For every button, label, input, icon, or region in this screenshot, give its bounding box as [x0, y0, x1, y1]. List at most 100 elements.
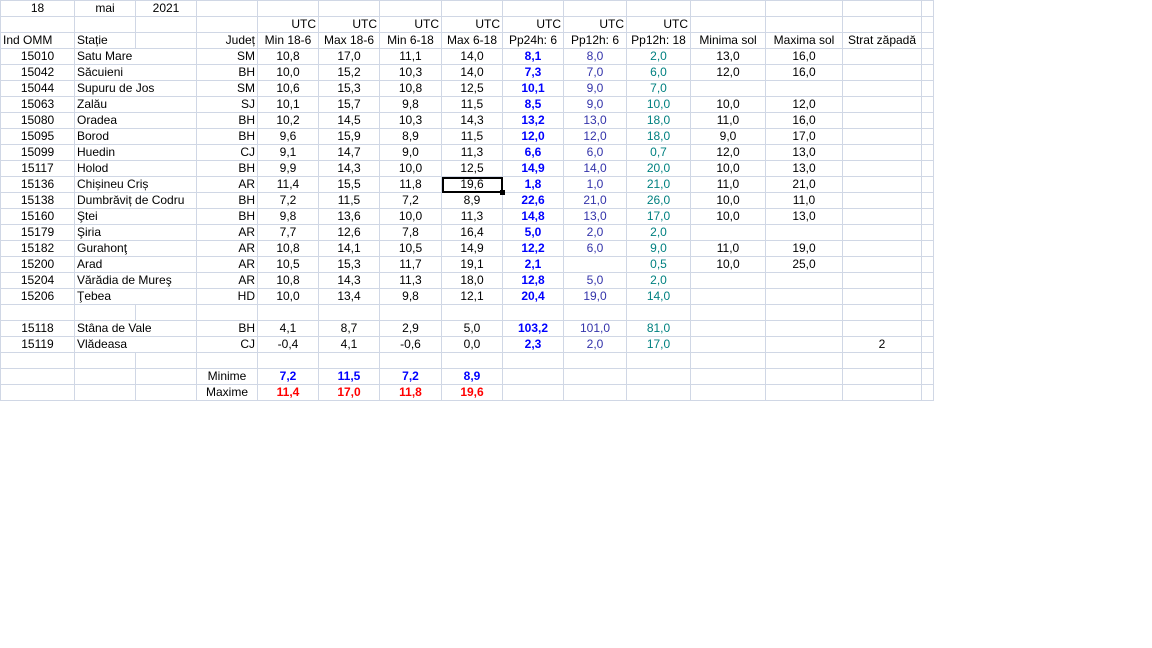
- value-cell[interactable]: 15,5: [318, 176, 380, 193]
- value-cell[interactable]: 2,1: [502, 256, 564, 273]
- value-cell[interactable]: [690, 288, 766, 305]
- station-name[interactable]: Oradea: [74, 112, 197, 129]
- empty-cell[interactable]: [379, 304, 442, 321]
- station-id[interactable]: 15099: [0, 144, 75, 161]
- value-cell[interactable]: 10,0: [690, 192, 766, 209]
- value-cell[interactable]: [842, 192, 922, 209]
- value-cell[interactable]: 11,8: [379, 176, 442, 193]
- empty-cell[interactable]: [842, 0, 922, 17]
- station-name[interactable]: Huedin: [74, 144, 197, 161]
- empty-cell[interactable]: [0, 352, 75, 369]
- value-cell[interactable]: [842, 96, 922, 113]
- value-cell[interactable]: 14,3: [318, 160, 380, 177]
- column-header[interactable]: Min 18-6: [257, 32, 319, 49]
- empty-cell[interactable]: [74, 384, 136, 401]
- value-cell[interactable]: [690, 320, 766, 337]
- value-cell[interactable]: 10,5: [379, 240, 442, 257]
- value-cell[interactable]: 12,5: [441, 160, 503, 177]
- utc-label[interactable]: UTC: [502, 16, 564, 33]
- value-cell[interactable]: 11,0: [690, 176, 766, 193]
- county[interactable]: SM: [196, 48, 258, 65]
- value-cell[interactable]: 8,0: [563, 48, 627, 65]
- value-cell[interactable]: 2,0: [563, 224, 627, 241]
- station-name[interactable]: Gurahonţ: [74, 240, 197, 257]
- value-cell[interactable]: 8,5: [502, 96, 564, 113]
- empty-cell[interactable]: [921, 384, 934, 401]
- value-cell[interactable]: [842, 80, 922, 97]
- empty-cell[interactable]: [74, 368, 136, 385]
- empty-cell[interactable]: [765, 304, 843, 321]
- value-cell[interactable]: 10,1: [502, 80, 564, 97]
- empty-cell[interactable]: [921, 224, 934, 241]
- value-cell[interactable]: [765, 224, 843, 241]
- value-cell[interactable]: 8,1: [502, 48, 564, 65]
- value-cell[interactable]: 12,0: [563, 128, 627, 145]
- value-cell[interactable]: 9,9: [257, 160, 319, 177]
- column-header[interactable]: Minima sol: [690, 32, 766, 49]
- value-cell[interactable]: 9,6: [257, 128, 319, 145]
- value-cell[interactable]: 2,9: [379, 320, 442, 337]
- county[interactable]: CJ: [196, 336, 258, 353]
- empty-cell[interactable]: [257, 0, 319, 17]
- value-cell[interactable]: 9,8: [257, 208, 319, 225]
- utc-label[interactable]: UTC: [318, 16, 380, 33]
- value-cell[interactable]: [842, 176, 922, 193]
- empty-cell[interactable]: [842, 352, 922, 369]
- column-header[interactable]: Pp24h: 6: [502, 32, 564, 49]
- value-cell[interactable]: 10,8: [257, 272, 319, 289]
- summary-value[interactable]: 19,6: [441, 384, 503, 401]
- empty-cell[interactable]: [135, 16, 197, 33]
- value-cell[interactable]: 26,0: [626, 192, 691, 209]
- empty-cell[interactable]: [135, 352, 197, 369]
- value-cell[interactable]: 2,0: [626, 224, 691, 241]
- value-cell[interactable]: [842, 272, 922, 289]
- empty-cell[interactable]: [690, 384, 766, 401]
- county[interactable]: AR: [196, 224, 258, 241]
- station-name[interactable]: Ştei: [74, 208, 197, 225]
- station-id[interactable]: 15136: [0, 176, 75, 193]
- empty-cell[interactable]: [921, 96, 934, 113]
- column-header[interactable]: Pp12h: 18: [626, 32, 691, 49]
- value-cell[interactable]: 16,0: [765, 64, 843, 81]
- column-header[interactable]: Max 18-6: [318, 32, 380, 49]
- station-id[interactable]: 15117: [0, 160, 75, 177]
- value-cell[interactable]: 7,8: [379, 224, 442, 241]
- empty-cell[interactable]: [921, 32, 934, 49]
- value-cell[interactable]: 10,8: [257, 48, 319, 65]
- value-cell[interactable]: 17,0: [626, 336, 691, 353]
- value-cell[interactable]: 19,1: [441, 256, 503, 273]
- value-cell[interactable]: 13,0: [765, 144, 843, 161]
- empty-cell[interactable]: [690, 0, 766, 17]
- county[interactable]: BH: [196, 160, 258, 177]
- selected-cell[interactable]: 19,6: [441, 176, 505, 195]
- empty-cell[interactable]: [921, 352, 934, 369]
- value-cell[interactable]: 16,0: [765, 48, 843, 65]
- empty-cell[interactable]: [0, 384, 75, 401]
- summary-label[interactable]: Maxime: [196, 384, 258, 401]
- summary-value[interactable]: 11,8: [379, 384, 442, 401]
- value-cell[interactable]: 14,9: [441, 240, 503, 257]
- value-cell[interactable]: 17,0: [318, 48, 380, 65]
- empty-cell[interactable]: [0, 368, 75, 385]
- value-cell[interactable]: 13,0: [765, 160, 843, 177]
- station-name[interactable]: Supuru de Jos: [74, 80, 197, 97]
- value-cell[interactable]: 15,2: [318, 64, 380, 81]
- value-cell[interactable]: 10,3: [379, 112, 442, 129]
- value-cell[interactable]: [842, 160, 922, 177]
- summary-label[interactable]: Minime: [196, 368, 258, 385]
- value-cell[interactable]: 14,3: [318, 272, 380, 289]
- value-cell[interactable]: 7,2: [379, 192, 442, 209]
- station-name[interactable]: Zalău: [74, 96, 197, 113]
- value-cell[interactable]: 22,6: [502, 192, 564, 209]
- value-cell[interactable]: 21,0: [765, 176, 843, 193]
- value-cell[interactable]: [563, 256, 627, 273]
- value-cell[interactable]: 18,0: [626, 112, 691, 129]
- value-cell[interactable]: [842, 128, 922, 145]
- utc-label[interactable]: UTC: [441, 16, 503, 33]
- empty-cell[interactable]: [196, 16, 258, 33]
- value-cell[interactable]: [842, 64, 922, 81]
- value-cell[interactable]: 17,0: [765, 128, 843, 145]
- station-name[interactable]: Săcuieni: [74, 64, 197, 81]
- value-cell[interactable]: 8,7: [318, 320, 380, 337]
- value-cell[interactable]: 14,3: [441, 112, 503, 129]
